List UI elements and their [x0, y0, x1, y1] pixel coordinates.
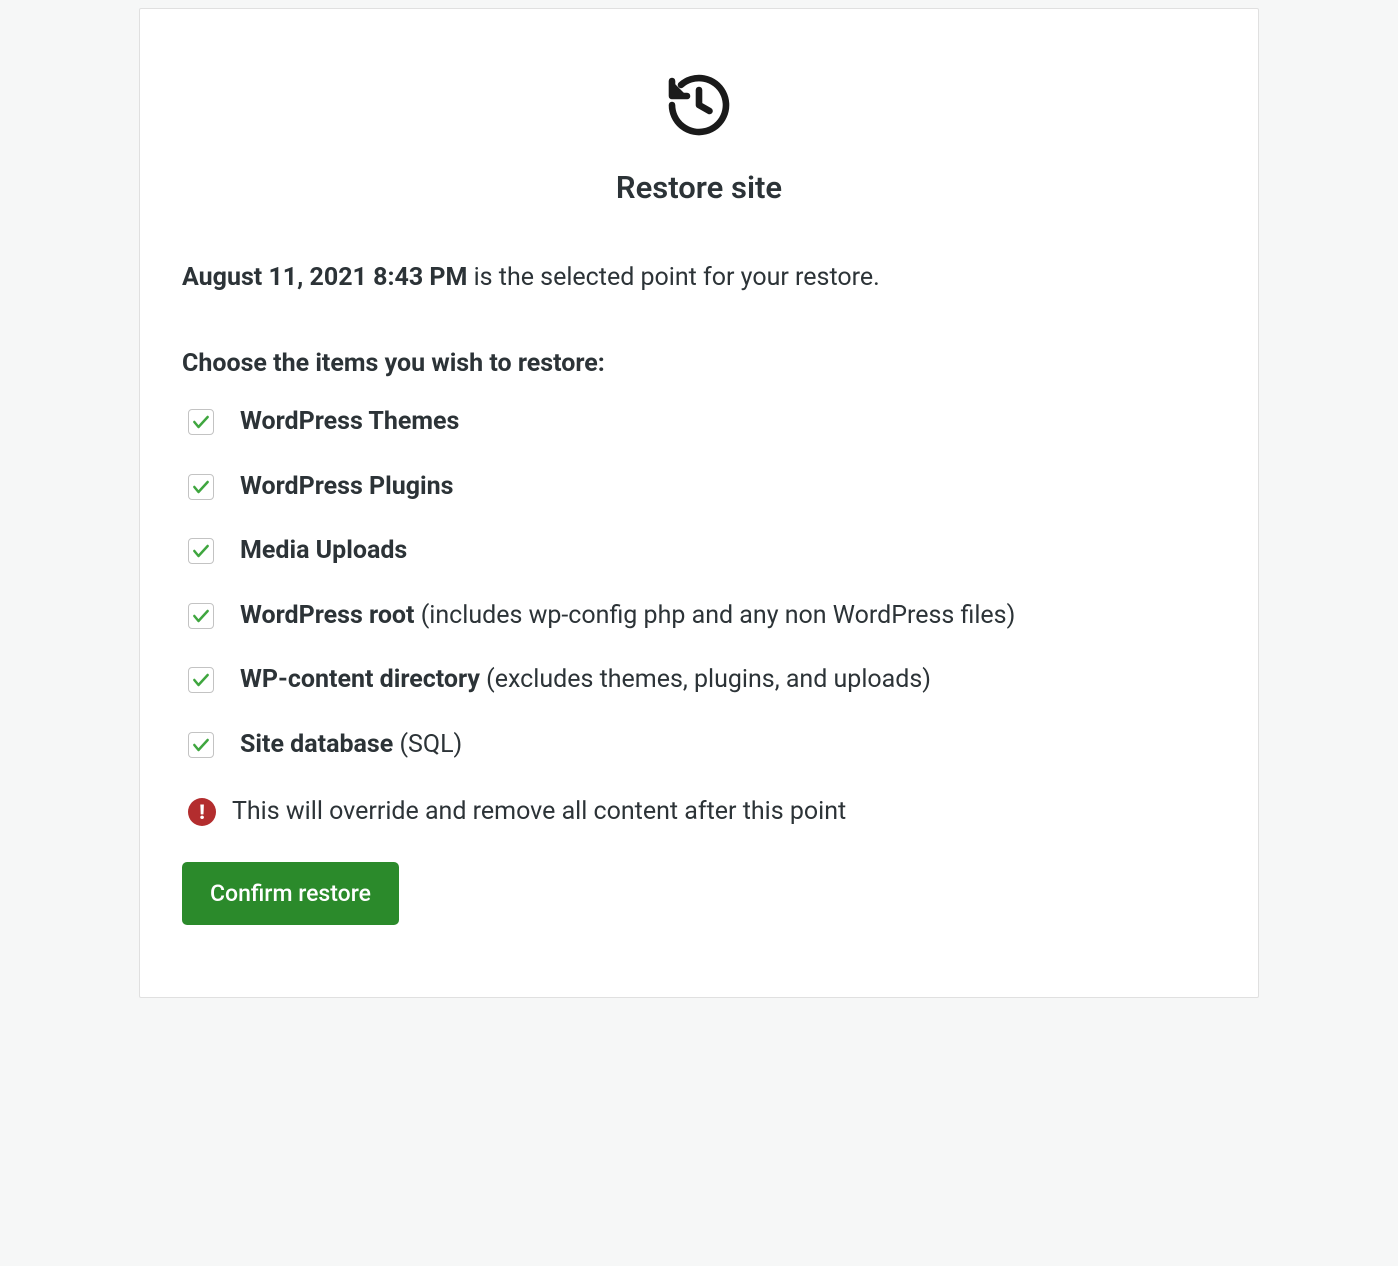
checkbox-plugins[interactable]	[188, 474, 214, 500]
check-icon	[191, 670, 211, 690]
item-note: (excludes themes, plugins, and uploads)	[480, 665, 931, 694]
check-icon	[191, 606, 211, 626]
check-icon	[191, 412, 211, 432]
item-text: WordPress Plugins	[240, 471, 454, 504]
item-label: WordPress Themes	[240, 407, 459, 436]
checkbox-database[interactable]	[188, 732, 214, 758]
item-label: WP-content directory	[240, 665, 480, 694]
item-label: WordPress root	[240, 601, 415, 630]
restore-items-list: WordPress Themes WordPress Plugins Media…	[182, 406, 1216, 761]
restore-date-suffix: is the selected point for your restore.	[467, 263, 879, 292]
list-item: WordPress root (includes wp-config php a…	[188, 600, 1216, 633]
selected-point-text: August 11, 2021 8:43 PM is the selected …	[182, 260, 1216, 295]
check-icon	[191, 477, 211, 497]
list-item: WP-content directory (excludes themes, p…	[188, 664, 1216, 697]
checkbox-wp-content[interactable]	[188, 667, 214, 693]
item-label: Media Uploads	[240, 536, 407, 565]
item-label: Site database	[240, 730, 393, 759]
check-icon	[191, 735, 211, 755]
page-title: Restore site	[616, 169, 782, 206]
warning-text: This will override and remove all conten…	[232, 797, 846, 826]
item-text: Media Uploads	[240, 535, 407, 568]
history-icon	[663, 69, 735, 141]
item-note: (SQL)	[393, 730, 462, 759]
list-item: Media Uploads	[188, 535, 1216, 568]
restore-date: August 11, 2021 8:43 PM	[182, 263, 467, 292]
checkbox-media[interactable]	[188, 538, 214, 564]
list-item: WordPress Plugins	[188, 471, 1216, 504]
item-note: (includes wp-config php and any non Word…	[415, 601, 1016, 630]
restore-card: Restore site August 11, 2021 8:43 PM is …	[139, 8, 1259, 998]
item-text: WP-content directory (excludes themes, p…	[240, 664, 931, 697]
warning-row: ! This will override and remove all cont…	[182, 797, 1216, 826]
warning-icon: !	[188, 798, 216, 826]
item-label: WordPress Plugins	[240, 472, 454, 501]
choose-items-label: Choose the items you wish to restore:	[182, 349, 1216, 378]
list-item: Site database (SQL)	[188, 729, 1216, 762]
item-text: Site database (SQL)	[240, 729, 462, 762]
item-text: WordPress root (includes wp-config php a…	[240, 600, 1015, 633]
checkbox-root[interactable]	[188, 603, 214, 629]
list-item: WordPress Themes	[188, 406, 1216, 439]
card-header: Restore site	[182, 69, 1216, 206]
check-icon	[191, 541, 211, 561]
checkbox-themes[interactable]	[188, 409, 214, 435]
item-text: WordPress Themes	[240, 406, 459, 439]
confirm-restore-button[interactable]: Confirm restore	[182, 862, 399, 925]
